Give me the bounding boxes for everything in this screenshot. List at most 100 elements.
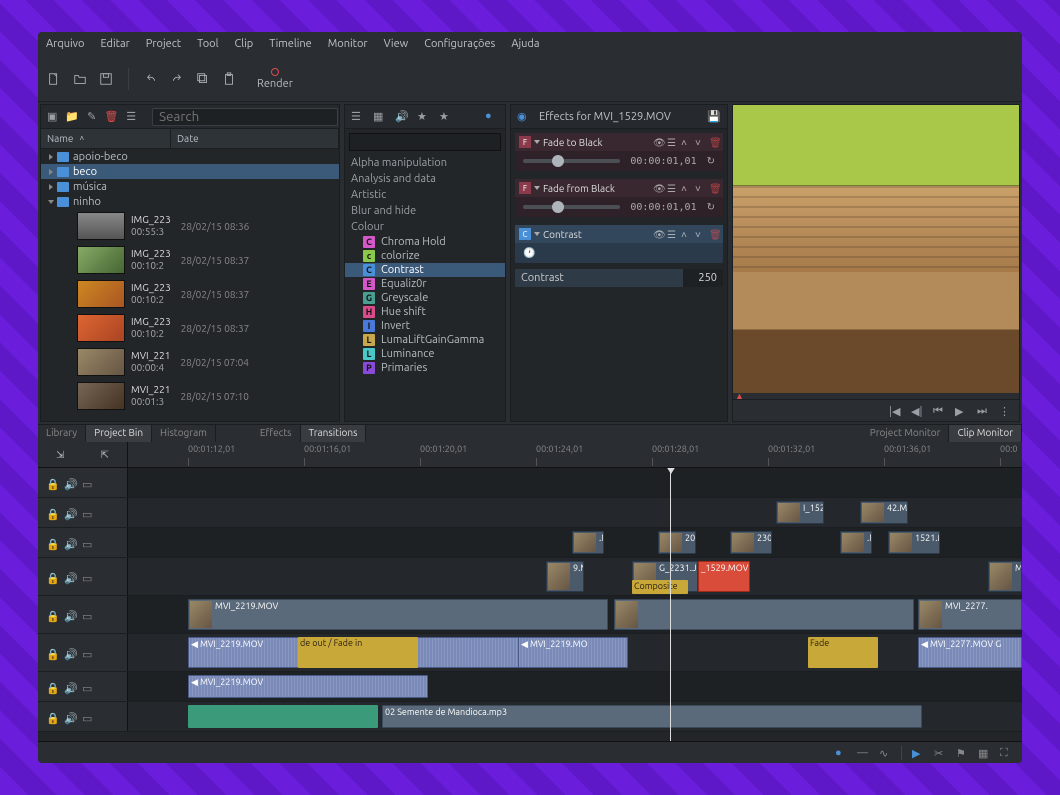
view-icon[interactable]: ▭: [82, 538, 92, 548]
timeline-clip[interactable]: 42.MOV: [860, 501, 908, 524]
track-body[interactable]: ◀ MVI_2219.MOV: [128, 672, 1022, 701]
redo-icon[interactable]: [169, 71, 185, 87]
fx-category[interactable]: Colour: [345, 219, 505, 235]
bin-clip-row[interactable]: MVI_22100:00:4 28/02/15 07:04: [41, 345, 339, 379]
menu-icon[interactable]: ⋮: [999, 405, 1011, 417]
folder-row[interactable]: ninho: [41, 194, 339, 209]
up-icon[interactable]: ˄: [681, 183, 691, 193]
status-marker-icon[interactable]: ⚑: [956, 747, 968, 759]
fx-item[interactable]: PPrimaries: [345, 361, 505, 375]
effect-fade-to-black[interactable]: FFade to Black👁☰˄˅🗑 00:00:01,01↻: [515, 133, 723, 171]
tab-library[interactable]: Library: [38, 425, 86, 442]
track-head[interactable]: 🔒🔊▭: [38, 672, 128, 701]
play-icon[interactable]: ▶: [955, 405, 967, 417]
fx-audio-icon[interactable]: 🔊: [395, 110, 409, 124]
fx-item[interactable]: HHue shift: [345, 305, 505, 319]
eye-icon[interactable]: 👁: [653, 183, 663, 193]
fx-info-icon[interactable]: ●: [485, 110, 499, 124]
up-icon[interactable]: ˄: [681, 137, 691, 147]
fade-slider[interactable]: [523, 205, 620, 209]
status-wave-icon[interactable]: ∿: [879, 747, 891, 759]
remove-icon[interactable]: 🗑: [709, 137, 719, 147]
track-head[interactable]: 🔒🔊▭: [38, 702, 128, 731]
menu-monitor[interactable]: Monitor: [328, 38, 368, 50]
menu-timeline[interactable]: Timeline: [269, 38, 312, 50]
menu-arquivo[interactable]: Arquivo: [46, 38, 84, 50]
lock-icon[interactable]: 🔒: [46, 538, 56, 548]
effect-contrast[interactable]: CContrast👁☰˄˅🗑 🕐: [515, 225, 723, 263]
remove-icon[interactable]: 🗑: [709, 229, 719, 239]
timeline-clip[interactable]: .MOV: [840, 531, 872, 554]
folder-row[interactable]: apoio-beco: [41, 149, 339, 164]
bin-tree[interactable]: apoio-beco beco música ninho IMG_22300:5…: [41, 149, 339, 421]
timeline-clip[interactable]: ◀ MVI_2219.MO: [518, 637, 628, 668]
tab-project-bin[interactable]: Project Bin: [86, 425, 152, 442]
paste-icon[interactable]: [221, 71, 237, 87]
view-icon[interactable]: ▭: [82, 610, 92, 620]
status-minus-icon[interactable]: —: [857, 747, 869, 759]
contrast-value-input[interactable]: 250: [683, 269, 723, 287]
fx-item[interactable]: IInvert: [345, 319, 505, 333]
lock-icon[interactable]: 🔒: [46, 508, 56, 518]
delete-icon[interactable]: 🗑: [104, 110, 118, 124]
status-info-icon[interactable]: ●: [835, 747, 847, 759]
track-head[interactable]: 🔒🔊▭: [38, 528, 128, 557]
mute-icon[interactable]: 🔊: [64, 610, 74, 620]
lock-icon[interactable]: 🔒: [46, 610, 56, 620]
down-icon[interactable]: ˅: [695, 183, 705, 193]
collapse-icon[interactable]: [534, 232, 540, 236]
status-grid-icon[interactable]: ▦: [978, 747, 990, 759]
copy-icon[interactable]: [195, 71, 211, 87]
stack-toggle-icon[interactable]: ◉: [517, 110, 531, 124]
monitor-viewport[interactable]: [733, 105, 1019, 393]
effect-fade-from-black[interactable]: FFade from Black👁☰˄˅🗑 00:00:01,01↻: [515, 179, 723, 217]
zoom-icon[interactable]: ⇱: [101, 449, 109, 461]
menu-ajuda[interactable]: Ajuda: [511, 38, 539, 50]
tab-project-monitor[interactable]: Project Monitor: [862, 425, 950, 442]
reset-icon[interactable]: ↻: [707, 155, 715, 167]
bin-clip-row[interactable]: IMG_22300:55:3 28/02/15 08:36: [41, 209, 339, 243]
fade-slider[interactable]: [523, 159, 620, 163]
collapse-icon[interactable]: [534, 140, 540, 144]
list-view-icon[interactable]: ☰: [126, 110, 136, 124]
stack-save-icon[interactable]: 💾: [707, 110, 721, 124]
tab-histogram[interactable]: Histogram: [152, 425, 216, 442]
keyframe-icon[interactable]: 🕐: [523, 247, 535, 259]
bin-clip-row[interactable]: IMG_22300:10:2 28/02/15 08:37: [41, 243, 339, 277]
timeline-clip[interactable]: ◀ MVI_2219.MOV: [188, 675, 428, 698]
mute-icon[interactable]: 🔊: [64, 682, 74, 692]
menu-view[interactable]: View: [384, 38, 409, 50]
menu-icon[interactable]: ☰: [667, 183, 677, 193]
track-head[interactable]: 🔒🔊▭: [38, 468, 128, 497]
track-body[interactable]: [128, 468, 1022, 497]
fx-category[interactable]: Blur and hide: [345, 203, 505, 219]
track-head[interactable]: 🔒🔊▭: [38, 558, 128, 595]
track-body[interactable]: MVI_2219.MOVMVI_2277.: [128, 596, 1022, 633]
timeline-clip[interactable]: MVI_22: [988, 561, 1022, 592]
bin-clip-row[interactable]: IMG_22300:10:2 28/02/15 08:37: [41, 311, 339, 345]
fx-fav2-icon[interactable]: ★: [439, 110, 453, 124]
track-body[interactable]: .MOV20.MOV230.MOV.MOV1521.MOV: [128, 528, 1022, 557]
monitor-scrubber[interactable]: ▲: [733, 393, 1019, 399]
tab-transitions[interactable]: Transitions: [301, 425, 367, 442]
lock-icon[interactable]: 🔒: [46, 572, 56, 582]
col-name[interactable]: Name˄: [41, 129, 171, 148]
fx-category[interactable]: Alpha manipulation: [345, 155, 505, 171]
status-cut-icon[interactable]: ✂: [934, 747, 946, 759]
fx-item[interactable]: LLumaLiftGainGamma: [345, 333, 505, 347]
folder-row[interactable]: música: [41, 179, 339, 194]
timeline-clip[interactable]: 230.MOV: [730, 531, 772, 554]
fx-view-icon[interactable]: ▦: [373, 110, 387, 124]
lock-icon[interactable]: 🔒: [46, 712, 56, 722]
menu-project[interactable]: Project: [146, 38, 181, 50]
lock-icon[interactable]: 🔒: [46, 648, 56, 658]
fx-item[interactable]: LLuminance: [345, 347, 505, 361]
fx-item[interactable]: CContrast: [345, 263, 505, 277]
timeline-clip[interactable]: _1529.MOV: [698, 561, 750, 592]
track-body[interactable]: 02 Semente de Mandioca.mp3: [128, 702, 1022, 731]
menu-tool[interactable]: Tool: [197, 38, 218, 50]
remove-icon[interactable]: 🗑: [709, 183, 719, 193]
tab-effects[interactable]: Effects: [252, 425, 301, 442]
collapse-icon[interactable]: [534, 186, 540, 190]
track-head[interactable]: 🔒🔊▭: [38, 498, 128, 527]
